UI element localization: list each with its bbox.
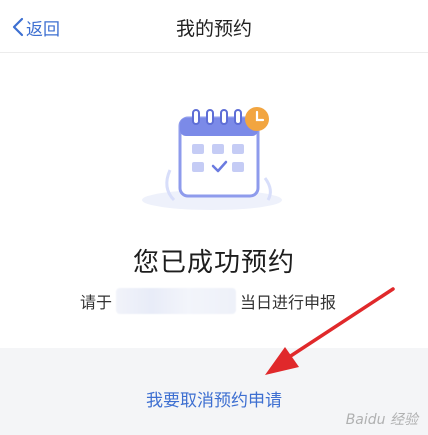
annotation-arrow-icon — [265, 287, 395, 375]
clock-icon — [245, 107, 269, 131]
page-title: 我的预约 — [175, 18, 252, 40]
redacted-date — [116, 288, 237, 314]
hint-prefix: 请于 — [80, 293, 113, 312]
nav-bar: 返回 我的预约 — [0, 0, 428, 53]
watermark: Baidu 经验 — [345, 412, 418, 428]
calendar-check-icon — [142, 107, 282, 210]
cancel-reservation-link[interactable]: 我要取消预约申请 — [0, 386, 428, 411]
success-headline: 您已成功预约 — [132, 248, 295, 278]
